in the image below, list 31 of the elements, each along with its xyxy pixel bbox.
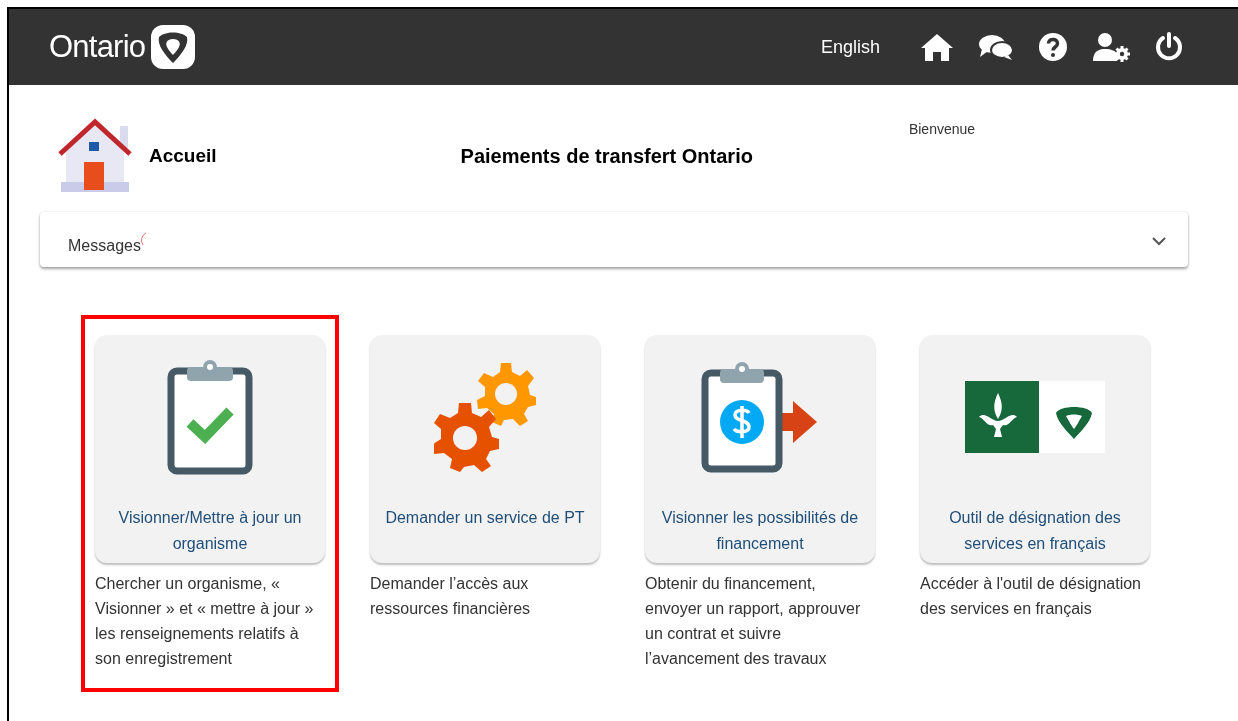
badge-arc-icon <box>140 232 147 246</box>
gears-icon <box>434 362 536 472</box>
power-icon[interactable] <box>1154 32 1184 62</box>
ontario-logo-text[interactable]: Ontario <box>49 23 146 71</box>
page-heading-label[interactable]: Accueil <box>149 142 217 171</box>
tile-description: Obtenir du financement, envoyer un rapport, approuver un contrat et suivre l’avancement des travaux <box>645 574 862 669</box>
tile-description: Chercher un organisme, « Visionner » et « mettre à jour » les renseignements relatifs à son enregistrement <box>95 574 315 669</box>
clipboard-check-icon <box>167 359 253 475</box>
help-icon[interactable] <box>1038 32 1068 62</box>
chevron-down-icon[interactable] <box>1152 237 1166 246</box>
service-tile[interactable]: Outil de désignation des services en français <box>920 335 1150 563</box>
welcome-text: Bienvenue <box>908 120 976 139</box>
service-tile[interactable]: Demander un service de PT <box>370 335 600 563</box>
house-icon[interactable] <box>58 118 132 192</box>
tile-title: Visionner les possibilités de financement <box>660 508 860 554</box>
tile-description: Accéder à l'outil de désignation des services en français <box>920 574 1142 619</box>
franco-ontarian-flag-icon <box>965 381 1105 453</box>
service-tile[interactable]: Visionner/Mettre à jour un organisme <box>95 335 325 563</box>
user-settings-icon[interactable] <box>1092 32 1130 62</box>
tile-description: Demander l’accès aux ressources financières <box>370 574 532 619</box>
messages-label: Messages <box>68 236 141 256</box>
home-icon[interactable] <box>920 32 954 62</box>
tile-title: Visionner/Mettre à jour un organisme <box>117 508 303 554</box>
page-title: Paiements de transfert Ontario <box>460 144 753 169</box>
clipboard-dollar-icon <box>701 361 819 473</box>
language-link[interactable]: English <box>820 33 880 61</box>
tile-title: Demander un service de PT <box>384 508 586 528</box>
messages-panel[interactable]: Messages <box>40 212 1188 267</box>
tile-title: Outil de désignation des services en français <box>948 508 1122 554</box>
service-tile[interactable]: Visionner les possibilités de financement <box>645 335 875 563</box>
chat-icon[interactable] <box>978 33 1014 61</box>
